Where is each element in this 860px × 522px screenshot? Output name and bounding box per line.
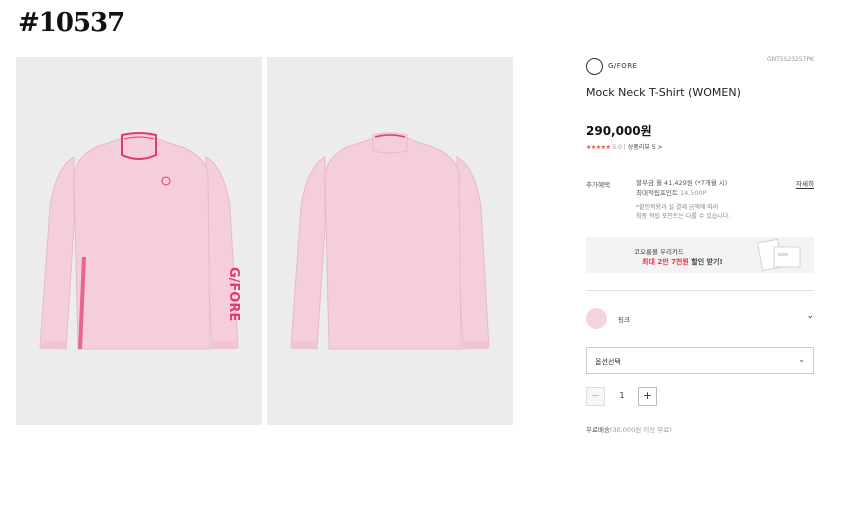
section-divider	[586, 290, 814, 291]
points-note: *할인적용과 실 결제 금액에 따라 최종 적립 포인트는 다를 수 있습니다.	[636, 204, 731, 220]
installment-text: 할부금 월 41,429원 (*7개월 시)	[636, 179, 728, 187]
option-select[interactable]: 옵션선택 ⌄	[586, 347, 814, 374]
review-link[interactable]: 상품리뷰 5	[628, 144, 656, 151]
points-row: 최대적립포인트 14,500P	[636, 189, 707, 197]
quantity-minus-button[interactable]: −	[586, 387, 605, 406]
brand-logo-icon[interactable]	[586, 58, 603, 75]
back-shirt-illustration	[290, 132, 490, 350]
shirt-body	[73, 136, 211, 350]
shipping-condition: (30,000원 이상 무료)	[609, 426, 672, 434]
benefits-info: 할부금 월 41,429원 (*7개월 시) 최대적립포인트 14,500P	[636, 178, 727, 198]
benefits-label: 추가혜택	[586, 181, 610, 189]
front-shirt-illustration: G/FORE	[39, 132, 241, 350]
color-chevron-down-icon[interactable]: ⌄	[806, 311, 814, 321]
color-swatch[interactable]	[586, 308, 607, 329]
option-chevron-down-icon: ⌄	[798, 355, 805, 364]
product-sku: GNTSS23257PK	[766, 56, 814, 63]
shipping-label: 무료배송	[586, 426, 610, 434]
shipping-info: 무료배송(30,000원 이상 무료)	[586, 424, 672, 434]
rating-stars-icon: ★★★★★	[586, 144, 611, 151]
product-image-front[interactable]: G/FORE	[16, 57, 262, 425]
card-promo-title: 코오롱몰 우리카드	[634, 248, 684, 256]
review-arrow-icon[interactable]: >	[657, 144, 662, 151]
option-select-placeholder: 옵션선택	[595, 358, 621, 366]
color-name: 핑크	[618, 316, 630, 324]
card-promo-offer: 최대 2만 7천원 할인 받기!	[642, 258, 723, 266]
credit-card-icon	[757, 239, 801, 271]
points-value: 14,500P	[679, 189, 707, 197]
left-sleeve	[39, 156, 75, 350]
product-price: 290,000원	[586, 124, 652, 138]
brand-name[interactable]: G/FORE	[608, 62, 638, 70]
rating-row: ★★★★★ 5.0 | 상품리뷰 5 >	[586, 144, 663, 151]
quantity-plus-button[interactable]: +	[638, 387, 657, 406]
quantity-value[interactable]: 1	[615, 391, 629, 400]
product-image-back[interactable]	[267, 57, 513, 425]
product-title: Mock Neck T-Shirt (WOMEN)	[586, 86, 741, 99]
card-promo-banner[interactable]: 코오롱몰 우리카드 최대 2만 7천원 할인 받기!	[586, 237, 814, 273]
benefits-detail-link[interactable]: 자세히	[796, 178, 814, 189]
brand-row: G/FORE GNTSS23257PK	[586, 56, 814, 78]
sleeve-print: G/FORE	[226, 267, 241, 321]
page-tag: #10537	[18, 8, 125, 38]
rating-score: 5.0	[612, 144, 622, 151]
